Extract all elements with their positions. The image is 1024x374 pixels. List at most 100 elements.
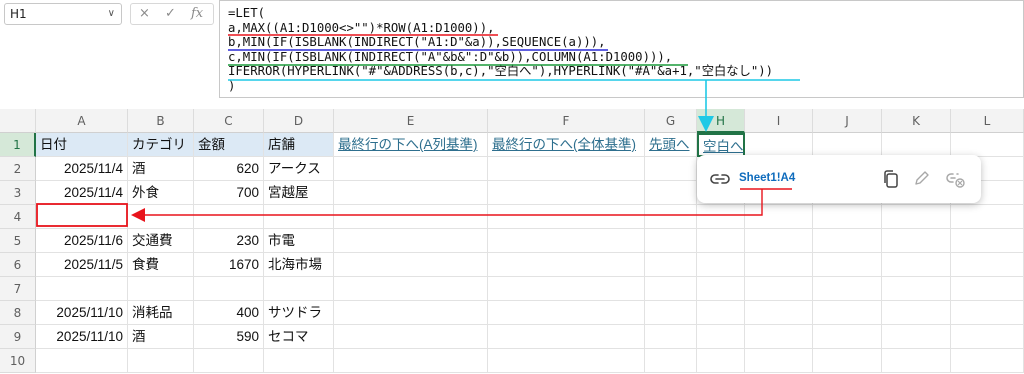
- cell-j10[interactable]: [813, 349, 882, 373]
- cell-j5[interactable]: [813, 229, 882, 253]
- cell-c2[interactable]: 620: [194, 157, 264, 181]
- cell-i7[interactable]: [745, 277, 813, 301]
- cell-i1[interactable]: [745, 133, 813, 157]
- cell-k7[interactable]: [882, 277, 951, 301]
- row-header-6[interactable]: 6: [0, 253, 36, 277]
- cell-d6[interactable]: 北海市場: [264, 253, 334, 277]
- cell-g5[interactable]: [645, 229, 697, 253]
- cell-h9[interactable]: [697, 325, 745, 349]
- cell-l9[interactable]: [951, 325, 1024, 349]
- row-header-7[interactable]: 7: [0, 277, 36, 301]
- cell-f10[interactable]: [488, 349, 645, 373]
- column-header-f[interactable]: F: [488, 109, 645, 133]
- cell-g7[interactable]: [645, 277, 697, 301]
- cell-a7[interactable]: [36, 277, 128, 301]
- cell-f3[interactable]: [488, 181, 645, 205]
- cell-d2[interactable]: アークス: [264, 157, 334, 181]
- cell-j4[interactable]: [813, 205, 882, 229]
- cell-d5[interactable]: 市電: [264, 229, 334, 253]
- cell-a10[interactable]: [36, 349, 128, 373]
- formula-input[interactable]: =LET( a,MAX((A1:D1000<>"")*ROW(A1:D1000)…: [219, 0, 1024, 98]
- row-header-2[interactable]: 2: [0, 157, 36, 181]
- cell-j7[interactable]: [813, 277, 882, 301]
- cell-k4[interactable]: [882, 205, 951, 229]
- cell-a6[interactable]: 2025/11/5: [36, 253, 128, 277]
- cell-d8[interactable]: サツドラ: [264, 301, 334, 325]
- cell-a9[interactable]: 2025/11/10: [36, 325, 128, 349]
- cell-e1[interactable]: 最終行の下へ(A列基準): [334, 133, 488, 157]
- cell-e2[interactable]: [334, 157, 488, 181]
- chevron-down-icon[interactable]: ∨: [108, 4, 115, 24]
- row-header-1[interactable]: 1: [0, 133, 36, 157]
- column-header-j[interactable]: J: [813, 109, 882, 133]
- cell-l6[interactable]: [951, 253, 1024, 277]
- select-all-corner[interactable]: [0, 109, 36, 133]
- hyperlink-target-link[interactable]: Sheet1!A4: [739, 172, 795, 184]
- cell-g6[interactable]: [645, 253, 697, 277]
- cell-g9[interactable]: [645, 325, 697, 349]
- cell-d7[interactable]: [264, 277, 334, 301]
- cell-j8[interactable]: [813, 301, 882, 325]
- cell-f6[interactable]: [488, 253, 645, 277]
- cell-f5[interactable]: [488, 229, 645, 253]
- cell-h4[interactable]: [697, 205, 745, 229]
- cell-c6[interactable]: 1670: [194, 253, 264, 277]
- cell-e7[interactable]: [334, 277, 488, 301]
- cell-d4[interactable]: [264, 205, 334, 229]
- cell-i8[interactable]: [745, 301, 813, 325]
- column-header-d[interactable]: D: [264, 109, 334, 133]
- cell-i4[interactable]: [745, 205, 813, 229]
- cell-j9[interactable]: [813, 325, 882, 349]
- row-header-9[interactable]: 9: [0, 325, 36, 349]
- cell-g10[interactable]: [645, 349, 697, 373]
- column-header-k[interactable]: K: [882, 109, 951, 133]
- column-header-a[interactable]: A: [36, 109, 128, 133]
- cell-e10[interactable]: [334, 349, 488, 373]
- cell-k5[interactable]: [882, 229, 951, 253]
- cell-a8[interactable]: 2025/11/10: [36, 301, 128, 325]
- cell-e5[interactable]: [334, 229, 488, 253]
- row-header-10[interactable]: 10: [0, 349, 36, 373]
- cell-a1[interactable]: 日付: [36, 133, 128, 157]
- cell-f9[interactable]: [488, 325, 645, 349]
- cell-l4[interactable]: [951, 205, 1024, 229]
- cell-g4[interactable]: [645, 205, 697, 229]
- cell-k6[interactable]: [882, 253, 951, 277]
- cell-f2[interactable]: [488, 157, 645, 181]
- edit-icon[interactable]: [913, 169, 931, 187]
- cell-e9[interactable]: [334, 325, 488, 349]
- cell-c9[interactable]: 590: [194, 325, 264, 349]
- cell-c1[interactable]: 金額: [194, 133, 264, 157]
- cell-l1[interactable]: [951, 133, 1024, 157]
- cell-b1[interactable]: カテゴリ: [128, 133, 194, 157]
- cell-f7[interactable]: [488, 277, 645, 301]
- cell-b7[interactable]: [128, 277, 194, 301]
- cell-b3[interactable]: 外食: [128, 181, 194, 205]
- cell-c5[interactable]: 230: [194, 229, 264, 253]
- row-header-3[interactable]: 3: [0, 181, 36, 205]
- cell-a5[interactable]: 2025/11/6: [36, 229, 128, 253]
- cell-g1[interactable]: 先頭へ: [645, 133, 697, 157]
- name-box[interactable]: H1 ∨: [4, 3, 122, 25]
- cell-f4[interactable]: [488, 205, 645, 229]
- row-header-8[interactable]: 8: [0, 301, 36, 325]
- cancel-icon[interactable]: ×: [139, 6, 150, 22]
- cell-g3[interactable]: [645, 181, 697, 205]
- cell-d3[interactable]: 宮越屋: [264, 181, 334, 205]
- cell-i5[interactable]: [745, 229, 813, 253]
- cell-l8[interactable]: [951, 301, 1024, 325]
- cell-c3[interactable]: 700: [194, 181, 264, 205]
- cell-f8[interactable]: [488, 301, 645, 325]
- cell-e6[interactable]: [334, 253, 488, 277]
- cell-d1[interactable]: 店舗: [264, 133, 334, 157]
- cell-e8[interactable]: [334, 301, 488, 325]
- cell-h1[interactable]: 空白へ: [697, 133, 745, 157]
- cell-i6[interactable]: [745, 253, 813, 277]
- cell-d9[interactable]: セコマ: [264, 325, 334, 349]
- cell-l10[interactable]: [951, 349, 1024, 373]
- cell-a4[interactable]: [36, 205, 128, 229]
- cell-b2[interactable]: 酒: [128, 157, 194, 181]
- cell-l7[interactable]: [951, 277, 1024, 301]
- cell-f1[interactable]: 最終行の下へ(全体基準): [488, 133, 645, 157]
- cell-k8[interactable]: [882, 301, 951, 325]
